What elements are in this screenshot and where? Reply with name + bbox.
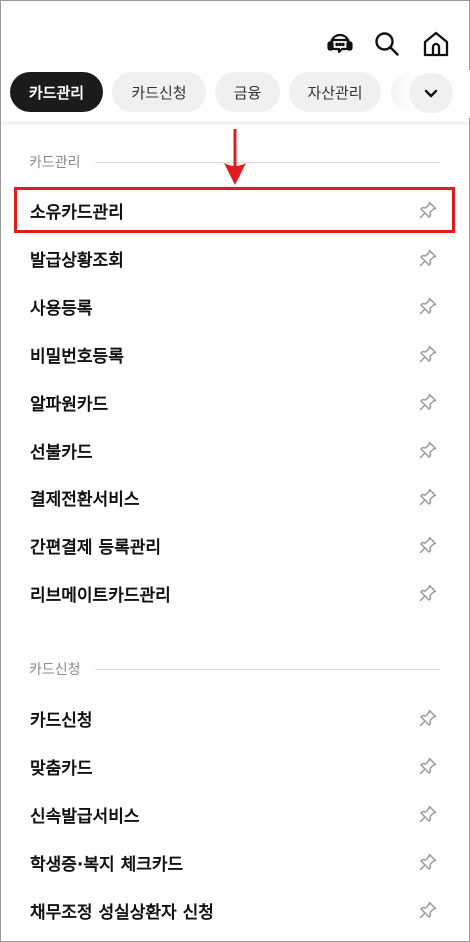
menu-item-label: 사용등록 (30, 298, 93, 319)
pin-icon[interactable] (418, 392, 438, 412)
section-title-text: 카드관리 (29, 155, 81, 171)
menu-item[interactable]: 사용등록 (15, 286, 455, 326)
headset-chat-icon[interactable] (323, 27, 357, 61)
menu-item-label: 알파원카드 (30, 394, 109, 415)
pin-icon[interactable] (418, 440, 438, 460)
section-title: 카드신청 (29, 659, 440, 679)
menu-item[interactable]: 선불카드 (15, 430, 455, 470)
menu-item[interactable]: 간편결제 등록관리 (15, 525, 455, 565)
pin-icon[interactable] (418, 535, 438, 555)
menu-item-label: 발급상황조회 (30, 250, 124, 271)
menu-item[interactable]: 리브메이트카드관리 (15, 573, 455, 613)
pin-icon[interactable] (418, 487, 438, 507)
menu-item-label: 신속발급서비스 (30, 806, 140, 827)
pin-icon[interactable] (418, 708, 438, 728)
menu-item-label: 소유카드관리 (30, 202, 124, 223)
menu-item-label: 결제전환서비스 (30, 489, 140, 510)
menu-item[interactable]: 카드신청 (15, 698, 455, 738)
pin-icon[interactable] (418, 344, 438, 364)
home-icon[interactable] (419, 27, 453, 61)
menu-item-label: 선불카드 (30, 442, 93, 463)
pin-icon[interactable] (418, 200, 438, 220)
menu-item[interactable]: 맞춤카드 (15, 746, 455, 786)
section-divider (94, 668, 440, 670)
section-divider (94, 161, 440, 163)
search-icon[interactable] (370, 27, 404, 61)
chevron-down-icon[interactable] (409, 73, 453, 113)
menu-item[interactable]: 비밀번호등록 (15, 334, 455, 374)
menu-item[interactable]: 결제전환서비스 (15, 477, 455, 517)
menu-item[interactable]: 알파원카드 (15, 382, 455, 422)
pin-icon[interactable] (418, 248, 438, 268)
menu-item-label: 학생증·복지 체크카드 (30, 854, 184, 875)
menu-item-label: 카드신청 (30, 710, 93, 731)
menu-item-label: 리브메이트카드관리 (30, 585, 171, 606)
menu-item[interactable]: 발급상황조회 (15, 238, 455, 278)
pin-icon[interactable] (418, 900, 438, 920)
category-chips: 카드관리 카드신청 금융 자산관리 (0, 70, 470, 118)
menu-item[interactable]: 신속발급서비스 (15, 794, 455, 834)
top-bar (0, 0, 470, 66)
chip-asset-management[interactable]: 자산관리 (289, 72, 381, 112)
header-divider (1, 122, 469, 126)
chip-card-application[interactable]: 카드신청 (112, 72, 206, 112)
chip-card-management[interactable]: 카드관리 (10, 72, 103, 112)
menu-item-label: 맞춤카드 (30, 758, 93, 779)
pin-icon[interactable] (418, 852, 438, 872)
pin-icon[interactable] (418, 804, 438, 824)
pin-icon[interactable] (418, 756, 438, 776)
red-arrow-icon (224, 129, 246, 185)
section-title-text: 카드신청 (29, 662, 81, 678)
menu-item[interactable]: 채무조정 성실상환자 신청 (15, 890, 455, 930)
menu-item-label: 채무조정 성실상환자 신청 (30, 902, 214, 923)
menu-item[interactable]: 소유카드관리 (15, 190, 455, 230)
menu-item-label: 비밀번호등록 (30, 346, 124, 367)
chip-finance[interactable]: 금융 (215, 72, 280, 112)
menu-item-label: 간편결제 등록관리 (30, 537, 162, 558)
pin-icon[interactable] (418, 296, 438, 316)
pin-icon[interactable] (418, 583, 438, 603)
menu-item[interactable]: 학생증·복지 체크카드 (15, 842, 455, 882)
